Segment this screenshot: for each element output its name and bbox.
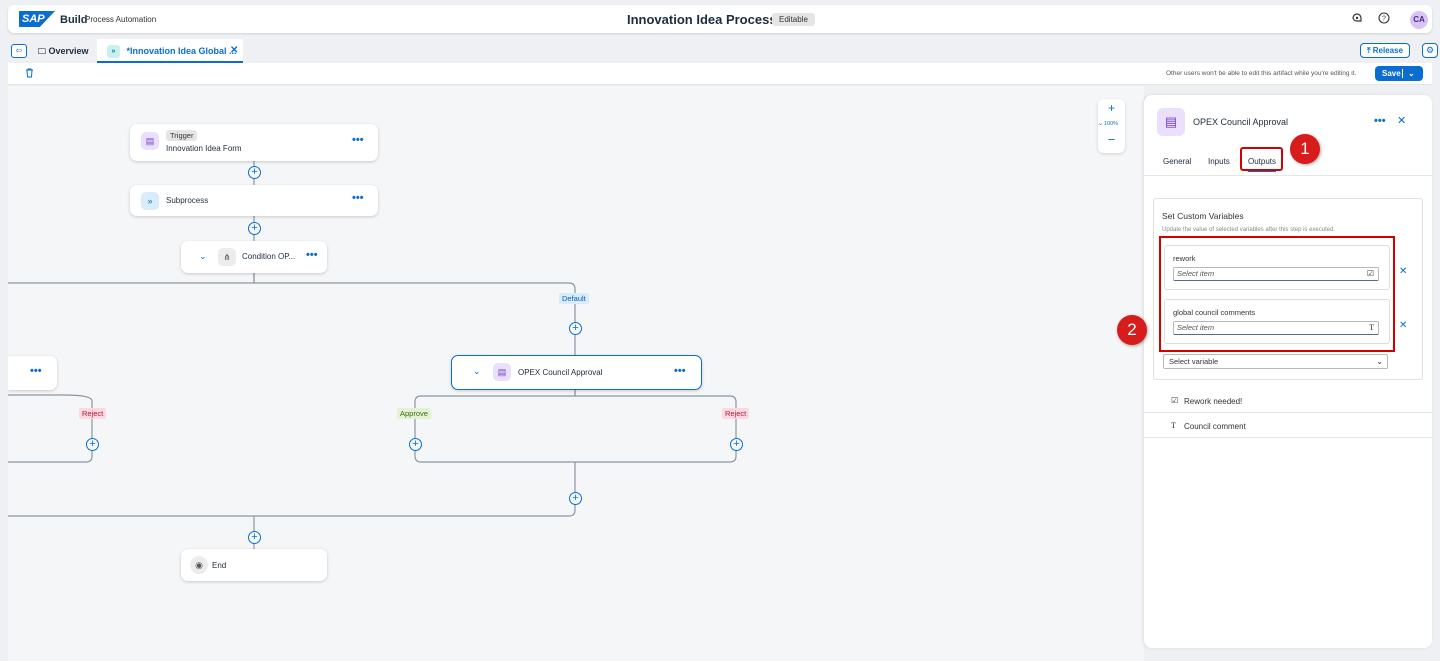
zoom-out-icon[interactable]: −	[1098, 132, 1125, 147]
chevron-down-icon[interactable]: ⌄	[1408, 66, 1415, 81]
trigger-node[interactable]: ▤ Trigger Innovation Idea Form •••	[130, 124, 378, 161]
form-icon: ▤	[141, 132, 159, 150]
add-step-button[interactable]: +	[569, 492, 582, 505]
edit-lock-note: Other users won't be able to edit this a…	[1166, 70, 1357, 77]
chevron-down-icon: ⌄	[1376, 357, 1383, 366]
section-title: Set Custom Variables	[1162, 211, 1244, 221]
callout-highlight-variables	[1159, 236, 1395, 352]
condition-label: Condition OP...	[242, 252, 296, 261]
editor-toolbar: Other users won't be able to edit this a…	[8, 63, 1432, 85]
subprocess-icon: »	[107, 45, 120, 59]
branch-label-reject: Reject	[79, 408, 107, 419]
form-icon: ▤	[493, 363, 511, 381]
end-label: End	[212, 561, 227, 570]
annotation-badge-1: 1	[1290, 134, 1320, 164]
product-name: Process Automation	[85, 15, 157, 24]
section-subtitle: Update the value of selected variables a…	[1162, 227, 1336, 233]
add-step-button[interactable]: +	[569, 322, 582, 335]
status-badge: Editable	[772, 13, 815, 26]
properties-panel: ▤ OPEX Council Approval ••• ✕ General In…	[1144, 95, 1432, 648]
end-node[interactable]: ◉ End	[181, 549, 327, 581]
shell-bar: SAP Build Process Automation Innovation …	[8, 5, 1432, 33]
checkbox-icon: ☑	[1171, 396, 1179, 405]
branch-label-default: Default	[559, 293, 589, 304]
select-variable-label: Select variable	[1169, 357, 1219, 366]
sap-logo[interactable]: SAP	[19, 11, 55, 27]
save-label: Save	[1382, 69, 1401, 78]
process-canvas[interactable]: ▤ Trigger Innovation Idea Form ••• + » S…	[8, 86, 1144, 661]
zoom-level[interactable]: 100%	[1104, 121, 1118, 127]
tab-innovation-idea-global[interactable]: » *Innovation Idea Global ... ✕	[97, 39, 243, 63]
add-step-button[interactable]: +	[248, 531, 261, 544]
save-divider	[1402, 69, 1403, 78]
brand-name: Build	[60, 14, 88, 26]
add-step-button[interactable]: +	[248, 222, 261, 235]
close-tab-icon[interactable]: ✕	[230, 39, 238, 63]
callout-highlight-outputs	[1240, 147, 1283, 171]
tab-active-label: *Innovation Idea Global ...	[126, 46, 237, 56]
add-step-button[interactable]: +	[248, 166, 261, 179]
add-step-button[interactable]: +	[730, 438, 743, 451]
navigator-toggle-icon[interactable]: ⇦	[11, 44, 27, 58]
tab-bar: ⇦ 🗀 Overview » *Innovation Idea Global .…	[8, 39, 1438, 63]
avatar[interactable]: CA	[1410, 11, 1428, 29]
more-options-icon[interactable]: •••	[1374, 115, 1386, 127]
approval-label: OPEX Council Approval	[518, 368, 603, 377]
page-title: Innovation Idea Process	[627, 12, 777, 27]
tab-overview-label: Overview	[48, 46, 89, 56]
more-options-icon[interactable]: •••	[674, 365, 686, 377]
stop-icon: ◉	[190, 556, 208, 574]
list-item[interactable]: ☑ Rework needed!	[1144, 389, 1432, 413]
divider	[1144, 175, 1432, 176]
remove-variable-icon[interactable]: ✕	[1399, 320, 1407, 331]
condition-node[interactable]: ⌄ ⋔ Condition OP... •••	[181, 241, 327, 273]
more-options-icon[interactable]: •••	[352, 192, 364, 204]
subprocess-node[interactable]: » Subprocess •••	[130, 185, 378, 216]
zoom-control: + ⌄ 100% −	[1098, 99, 1125, 153]
joule-assistant-icon[interactable]	[1350, 12, 1364, 26]
add-step-button[interactable]: +	[86, 438, 99, 451]
select-variable-dropdown[interactable]: Select variable ⌄	[1163, 354, 1388, 369]
branch-icon: ⋔	[218, 248, 236, 266]
branch-label-approve: Approve	[397, 408, 431, 419]
trash-icon[interactable]	[25, 68, 34, 81]
step-node-left[interactable]: •••	[8, 356, 57, 390]
chevron-down-icon[interactable]: ⌄	[473, 366, 481, 377]
help-icon[interactable]: ?	[1377, 12, 1391, 26]
panel-title: OPEX Council Approval	[1193, 117, 1289, 127]
tab-general[interactable]: General	[1163, 157, 1191, 166]
save-button[interactable]: Save ⌄	[1375, 66, 1423, 81]
form-icon: ▤	[1157, 108, 1185, 136]
release-button[interactable]: ⤒ Release	[1360, 43, 1411, 58]
branch-label-reject: Reject	[722, 408, 750, 419]
add-step-button[interactable]: +	[409, 438, 422, 451]
trigger-label: Innovation Idea Form	[166, 144, 242, 153]
subprocess-label: Subprocess	[166, 196, 209, 205]
approval-node[interactable]: ⌄ ▤ OPEX Council Approval •••	[451, 355, 702, 390]
tab-overview[interactable]: 🗀 Overview	[38, 39, 89, 63]
upload-icon: ⤒	[1367, 46, 1371, 55]
more-options-icon[interactable]: •••	[30, 365, 42, 377]
remove-variable-icon[interactable]: ✕	[1399, 266, 1407, 277]
annotation-badge-2: 2	[1117, 315, 1147, 345]
release-label: Release	[1372, 46, 1404, 55]
text-icon: T	[1171, 421, 1176, 430]
trigger-tag: Trigger	[166, 130, 198, 141]
settings-gear-icon[interactable]: ⚙	[1422, 43, 1438, 58]
close-icon[interactable]: ✕	[1397, 114, 1406, 127]
chevron-down-icon[interactable]: ⌄	[199, 251, 207, 262]
more-options-icon[interactable]: •••	[306, 249, 318, 261]
zoom-in-icon[interactable]: +	[1098, 101, 1125, 115]
tab-inputs[interactable]: Inputs	[1208, 157, 1230, 166]
list-item[interactable]: T Council comment	[1144, 414, 1432, 438]
svg-text:?: ?	[1382, 16, 1386, 23]
chevron-down-icon[interactable]: ⌄	[1098, 120, 1103, 127]
more-options-icon[interactable]: •••	[352, 134, 364, 146]
folder-icon: 🗀	[38, 47, 46, 56]
list-item-label: Council comment	[1184, 422, 1246, 431]
list-item-label: Rework needed!	[1184, 397, 1243, 406]
subprocess-icon: »	[141, 192, 159, 210]
